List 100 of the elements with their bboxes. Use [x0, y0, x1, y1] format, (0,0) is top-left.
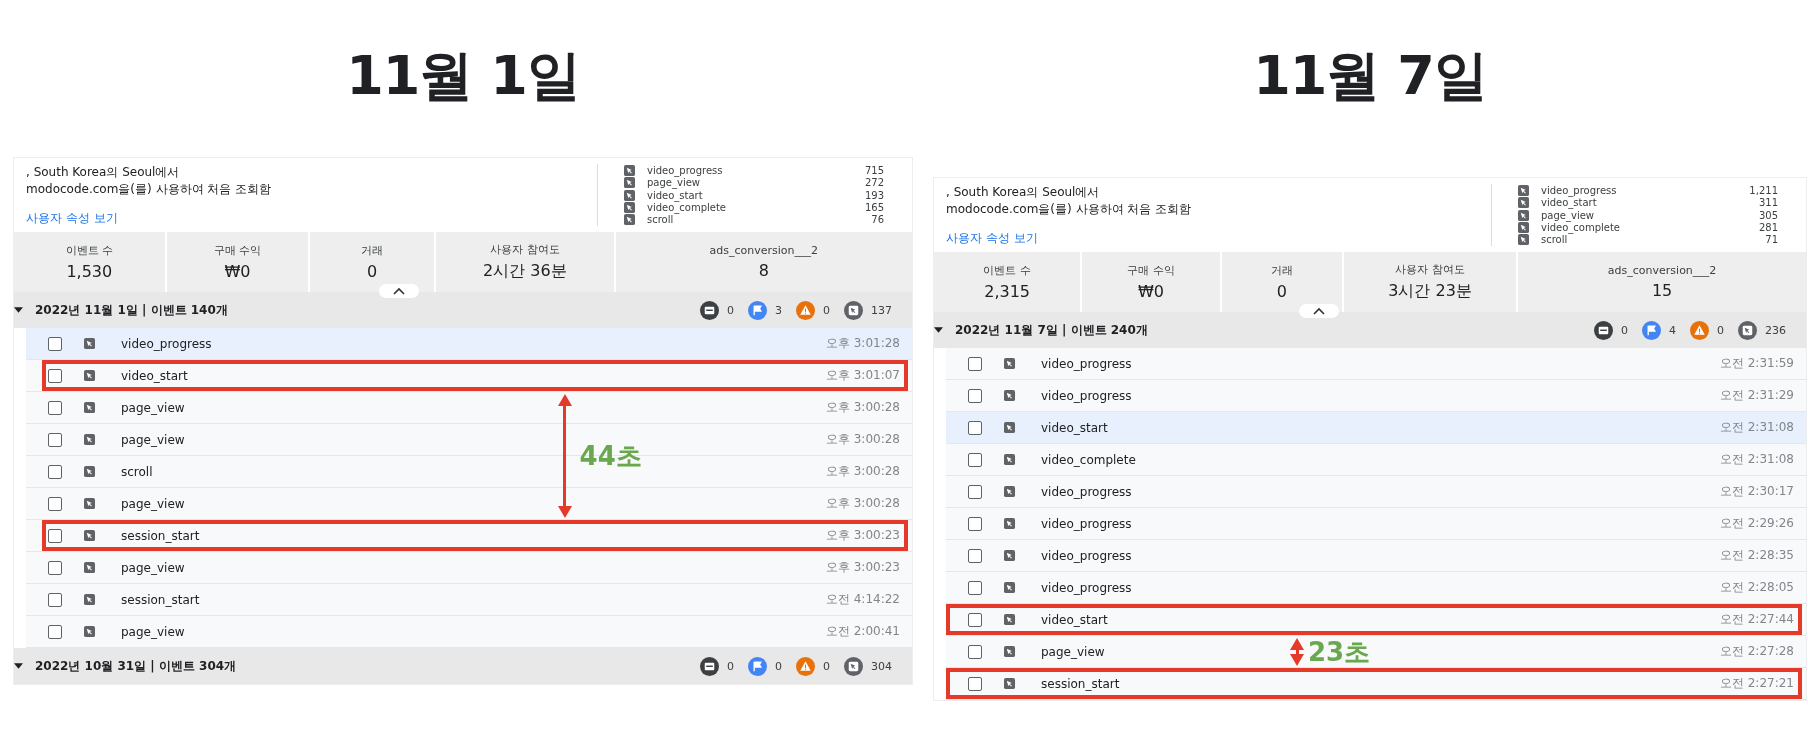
checkbox[interactable]: [48, 432, 62, 447]
event-time: 오후 3:00:23: [825, 559, 900, 576]
event-row[interactable]: session_start 오후 3:00:23: [26, 520, 912, 552]
checkbox[interactable]: [968, 356, 982, 371]
event-name: page_view: [121, 496, 185, 511]
event-name: page_view: [121, 400, 185, 415]
cursor-icon: [1518, 184, 1529, 196]
stat-value: ₩0: [224, 262, 251, 281]
date-group-title: 2022년 10월 31일 | 이벤트 304개: [35, 657, 237, 675]
info-text: , South Korea의 Seoul에서: [26, 164, 181, 181]
cursor-icon: [1518, 209, 1529, 221]
stat-label: 구매 수익: [1127, 263, 1175, 278]
event-name: video_progress: [1041, 388, 1132, 403]
stat-value: 0: [367, 262, 378, 281]
checkbox[interactable]: [968, 644, 982, 659]
stat-value: 2,315: [984, 282, 1030, 301]
cursor-icon: [1004, 582, 1015, 593]
stat-label: 이벤트 수: [983, 263, 1031, 278]
cursor-icon: [84, 338, 95, 349]
chip-count: 304: [871, 659, 892, 673]
event-name: video_complete: [647, 201, 728, 213]
event-row[interactable]: video_progress 오후 3:01:28: [26, 328, 912, 360]
checkbox[interactable]: [48, 528, 62, 543]
double-arrow: [1290, 638, 1304, 666]
user-properties-link[interactable]: 사용자 속성 보기: [946, 230, 1192, 247]
checkbox[interactable]: [968, 580, 982, 595]
event-row[interactable]: video_progress 오전 2:29:26: [946, 508, 1806, 540]
event-row[interactable]: page_view 오후 3:00:28: [26, 488, 912, 520]
stat-label: 사용자 참여도: [1395, 262, 1465, 277]
event-row[interactable]: page_view 오전 2:00:41: [26, 616, 912, 648]
event-count: 715: [864, 164, 884, 176]
event-time: 오전 2:27:44: [1719, 611, 1794, 628]
event-time: 오전 2:27:28: [1719, 643, 1794, 660]
event-row[interactable]: video_progress 오전 2:28:05: [946, 572, 1806, 604]
checkbox[interactable]: [48, 560, 62, 575]
stat-value: 2시간 36분: [483, 261, 567, 282]
event-row[interactable]: video_progress 오전 2:31:29: [946, 380, 1806, 412]
info-text: , South Korea의 Seoul에서: [946, 184, 1101, 201]
checkbox[interactable]: [48, 624, 62, 639]
checkbox[interactable]: [968, 548, 982, 563]
event-row[interactable]: page_view 오후 3:00:28: [26, 392, 912, 424]
panel-title: 11월 1일: [345, 43, 581, 109]
cursor-icon: [84, 402, 95, 413]
checkbox[interactable]: [48, 336, 62, 351]
checkbox[interactable]: [48, 496, 62, 511]
checkbox[interactable]: [968, 420, 982, 435]
event-row[interactable]: page_view 오후 3:00:23: [26, 552, 912, 584]
checkbox[interactable]: [968, 388, 982, 403]
checkbox[interactable]: [968, 452, 982, 467]
stat-value: 15: [1651, 281, 1673, 300]
event-name: video_progress: [647, 164, 724, 176]
checkbox[interactable]: [968, 516, 982, 531]
date-group-header[interactable]: 2022년 11월 7일 | 이벤트 240개 0 4 0 236: [934, 312, 1806, 348]
collapse-button[interactable]: [379, 284, 419, 298]
event-name: scroll: [121, 464, 153, 479]
event-name: page_view: [121, 624, 185, 639]
cursor-icon: [84, 594, 95, 605]
event-name: video_progress: [1041, 516, 1132, 531]
event-name: video_start: [1541, 197, 1598, 209]
event-time: 오후 3:00:28: [825, 463, 900, 480]
info-text: modocode.com을(를) 사용하여 처음 조회함: [946, 201, 1192, 218]
checkbox[interactable]: [48, 400, 62, 415]
checkbox[interactable]: [968, 612, 982, 627]
event-row[interactable]: video_start 오전 2:31:08: [946, 412, 1806, 444]
event-icon: [844, 300, 863, 320]
checkbox[interactable]: [48, 368, 62, 383]
event-row[interactable]: video_complete 오전 2:31:08: [946, 444, 1806, 476]
event-count: 165: [864, 201, 884, 213]
checkbox[interactable]: [968, 676, 982, 691]
event-row[interactable]: session_start 오전 2:27:21: [946, 668, 1806, 700]
stat-value: 8: [758, 261, 769, 280]
checkbox[interactable]: [968, 484, 982, 499]
event-time: 오전 2:31:29: [1719, 387, 1794, 404]
event-time: 오전 4:14:22: [825, 591, 900, 608]
event-name: video_start: [647, 189, 704, 201]
cursor-icon: [1004, 614, 1015, 625]
cursor-icon: [624, 177, 635, 189]
time-gap-label: 23초: [1308, 638, 1371, 666]
event-name: video_progress: [121, 336, 212, 351]
event-name: page_view: [121, 432, 185, 447]
chip-count: 0: [727, 659, 734, 673]
screen-icon: [700, 300, 719, 320]
event-name: video_start: [1041, 612, 1108, 627]
event-row[interactable]: video_start 오후 3:01:07: [26, 360, 912, 392]
date-group-header[interactable]: 2022년 10월 31일 | 이벤트 304개 0 0 0 304: [14, 648, 912, 684]
stat-label: ads_conversion___2: [1607, 264, 1717, 277]
checkbox[interactable]: [48, 464, 62, 479]
event-row[interactable]: video_start 오전 2:27:44: [946, 604, 1806, 636]
collapse-button[interactable]: [1299, 304, 1339, 318]
user-properties-link[interactable]: 사용자 속성 보기: [26, 210, 272, 227]
event-row[interactable]: video_progress 오전 2:31:59: [946, 348, 1806, 380]
event-count: 76: [871, 214, 884, 226]
checkbox[interactable]: [48, 592, 62, 607]
date-group-header[interactable]: 2022년 11월 1일 | 이벤트 140개 0 3 0 137: [14, 292, 912, 328]
event-row[interactable]: video_progress 오전 2:28:35: [946, 540, 1806, 572]
event-row[interactable]: video_progress 오전 2:30:17: [946, 476, 1806, 508]
event-name: scroll: [647, 214, 675, 226]
event-row[interactable]: session_start 오전 4:14:22: [26, 584, 912, 616]
event-count: 193: [864, 189, 884, 201]
cursor-icon: [624, 189, 635, 201]
